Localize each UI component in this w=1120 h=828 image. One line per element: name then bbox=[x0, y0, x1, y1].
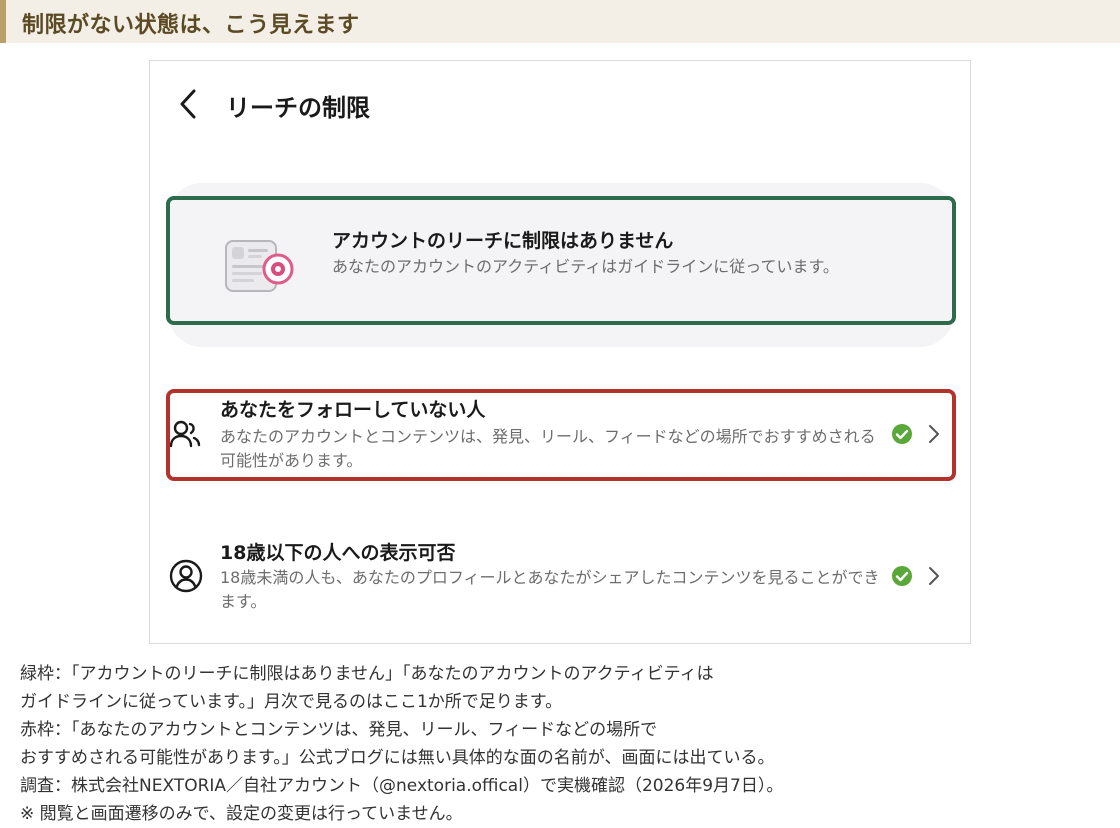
person-circle-icon bbox=[169, 559, 203, 593]
back-chevron-icon[interactable] bbox=[174, 87, 202, 121]
section-banner: 制限がない状態は、こう見えます bbox=[0, 0, 1120, 43]
screenshot-frame: リーチの制限 アカウントのリーチに制限はありません あなたのアカウントのアクティ… bbox=[149, 60, 971, 644]
row-heading-under-18: 18歳以下の人への表示可否 bbox=[220, 542, 456, 564]
note-line: 赤枠：「あなたのアカウントとコンテンツは、発見、リール、フィードなどの場所で bbox=[20, 720, 658, 740]
note-line: 緑枠：「アカウントのリーチに制限はありません」「あなたのアカウントのアクティビテ… bbox=[20, 664, 714, 684]
caption-notes: 緑枠：「アカウントのリーチに制限はありません」「あなたのアカウントのアクティビテ… bbox=[20, 660, 1110, 828]
row-description-under-18: 18歳未満の人も、あなたのプロフィールとあなたがシェアしたコンテンツを見ることが… bbox=[220, 568, 880, 611]
banner-title: 制限がない状態は、こう見えます bbox=[22, 13, 360, 38]
note-line: ※ 閲覧と画面遷移のみで、設定の変更は行っていません。 bbox=[20, 804, 463, 824]
note-line: おすすめされる可能性があります。」公式ブログには無い具体的な面の名前が、画面には… bbox=[20, 748, 775, 768]
green-highlight-frame bbox=[166, 196, 956, 325]
chevron-right-icon[interactable] bbox=[927, 565, 941, 587]
note-line: ガイドラインに従っています。」月次で見るのはここ1か所で足ります。 bbox=[20, 692, 563, 712]
red-highlight-frame[interactable] bbox=[166, 389, 956, 481]
screen-title: リーチの制限 bbox=[226, 94, 370, 122]
check-circle-icon bbox=[892, 566, 912, 586]
note-line: 調査：株式会社NEXTORIA／自社アカウント（@nextoria.offica… bbox=[20, 776, 784, 796]
